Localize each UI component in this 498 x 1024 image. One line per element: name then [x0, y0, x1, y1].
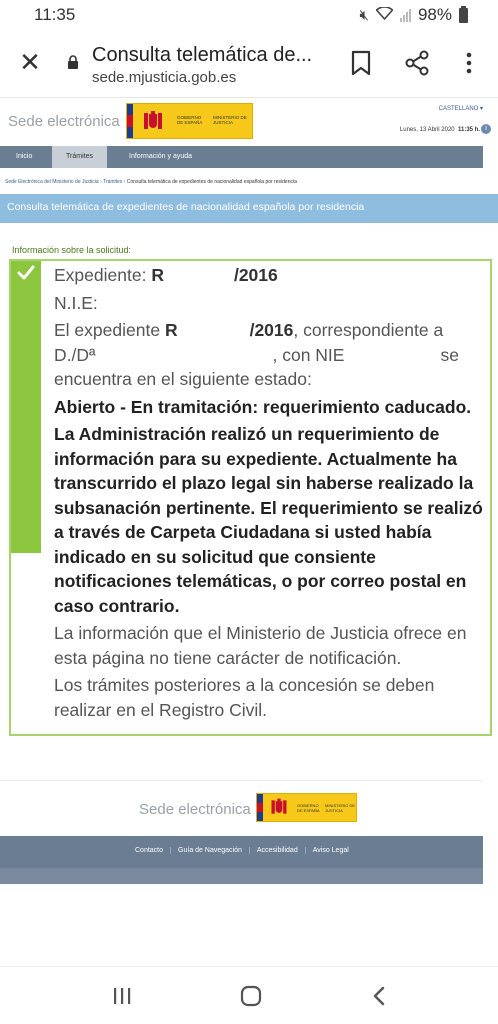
status-bar: 11:35 🔇︎ 98% — [0, 0, 498, 32]
browser-page-title[interactable]: Consulta telemática de... — [92, 44, 328, 67]
sentence-suffix: /2016 — [249, 320, 294, 340]
footer-link-contacto[interactable]: Contacto — [135, 847, 170, 854]
sentence-part-4: se encuentra en el siguiente estado: — [54, 344, 459, 390]
browser-toolbar: ✕ Consulta telemática de... sede.mjustic… — [0, 32, 498, 98]
status-text: Abierto - En tramitación: requerimiento … — [54, 396, 472, 417]
battery-percent: 98% — [417, 5, 452, 24]
language-selector[interactable]: CASTELLANO ▾ — [439, 105, 483, 112]
explanation-text: La Administración realizó un requerimien… — [54, 424, 483, 616]
success-bar — [11, 261, 41, 553]
result-content: Expediente: R/2016 N.I.E: El expediente … — [54, 263, 486, 725]
footer-links: Contacto Guía de Navegación Accesibilidad A… — [135, 847, 356, 854]
nav-item-informacion-ayuda[interactable]: Información y ayuda — [129, 146, 192, 168]
expediente-line: Expediente: R/2016 — [54, 263, 486, 288]
logo-ministry-text: MINISTERIO DE JUSTICIA — [213, 115, 247, 125]
expediente-sentence: El expediente R/2016, correspondiente a … — [54, 318, 486, 392]
footer-nav: Contacto Guía de Navegación Accesibilidad A… — [0, 836, 483, 868]
site-header: Sede electrónica GOBIERNO DE ESPAÑA MINI… — [0, 98, 498, 144]
nie-line: N.I.E: — [54, 291, 486, 316]
nav-item-inicio[interactable]: Inicio — [16, 146, 32, 168]
battery-icon — [459, 5, 468, 23]
close-icon[interactable]: ✕ — [16, 48, 44, 76]
nav-item-tramites[interactable]: Trámites — [52, 146, 107, 168]
info-icon[interactable]: i — [481, 124, 491, 134]
footer-link-guia[interactable]: Guía de Navegación — [170, 847, 249, 854]
breadcrumb-section[interactable]: Trámites — [103, 179, 122, 185]
header-date: Lunes, 13 Abril 2020 — [399, 127, 455, 133]
footer-link-aviso-legal[interactable]: Aviso Legal — [304, 847, 356, 854]
breadcrumb-separator: › — [100, 179, 102, 185]
expediente-prefix: R — [151, 265, 164, 285]
footer-logo-gov-text: GOBIERNO DE ESPAÑA — [297, 803, 320, 813]
coat-of-arms-icon — [144, 111, 162, 129]
disclaimer-text: La información que el Ministerio de Just… — [54, 623, 467, 668]
info-label: Información sobre la solicitud: — [12, 245, 132, 255]
share-icon[interactable] — [404, 50, 430, 76]
sede-label[interactable]: Sede electrónica — [8, 113, 120, 130]
expediente-label: Expediente: — [54, 265, 147, 285]
nie-label: N.I.E: — [54, 292, 98, 313]
page-title-bar: Consulta telemática de expedientes de na… — [0, 194, 498, 223]
eu-spain-flag — [127, 104, 133, 138]
result-panel: Expediente: R/2016 N.I.E: El expediente … — [9, 259, 492, 736]
breadcrumb: Sede Electrónica del Ministerio de Justi… — [5, 179, 297, 185]
breadcrumb-current: Consulta telemática de expedientes de na… — [126, 179, 297, 185]
mute-icon: 🔇︎ — [359, 6, 369, 24]
breadcrumb-home[interactable]: Sede Electrónica del Ministerio de Justi… — [5, 179, 99, 185]
home-icon[interactable] — [239, 985, 263, 1007]
bookmark-icon[interactable] — [350, 50, 372, 76]
footer-logo-ministry-text: MINISTERIO DE JUSTICIA — [325, 803, 356, 813]
web-page: Sede electrónica GOBIERNO DE ESPAÑA MINI… — [0, 98, 498, 884]
signal-icon — [399, 8, 411, 22]
expediente-suffix: /2016 — [233, 265, 278, 285]
header-time: 11:35 h. — [457, 127, 480, 133]
page-title: Consulta telemática de expedientes de na… — [7, 201, 365, 213]
note-text: Los trámites posteriores a la concesión … — [54, 675, 435, 720]
eu-spain-flag — [257, 794, 263, 821]
government-logo[interactable]: GOBIERNO DE ESPAÑA MINISTERIO DE JUSTICI… — [126, 103, 253, 139]
footer-link-accesibilidad[interactable]: Accesibilidad — [248, 847, 305, 854]
footer-strip — [0, 868, 483, 884]
logo-gov-text: GOBIERNO DE ESPAÑA — [177, 115, 203, 125]
sentence-part-1: El expediente — [54, 320, 161, 340]
back-icon[interactable] — [368, 985, 392, 1007]
status-icons: 🔇︎ 98% — [360, 5, 468, 25]
coat-of-arms-icon — [271, 798, 287, 814]
status-time: 11:35 — [34, 5, 76, 24]
lock-icon — [68, 55, 78, 69]
browser-url[interactable]: sede.mjusticia.gob.es — [92, 69, 236, 86]
header-dateline: Lunes, 13 Abril 2020 11:35 h. — [400, 127, 480, 133]
check-icon — [17, 265, 35, 280]
more-vert-icon[interactable] — [460, 50, 478, 76]
wifi-icon — [375, 5, 394, 24]
recents-icon[interactable] — [110, 985, 134, 1007]
footer-government-logo[interactable]: GOBIERNO DE ESPAÑA MINISTERIO DE JUSTICI… — [256, 793, 357, 822]
sentence-part-3: , con NIE — [272, 344, 345, 365]
main-nav: Inicio Trámites Información y ayuda — [0, 146, 483, 168]
footer-logo-row: Sede electrónica GOBIERNO DE ESPAÑA MINI… — [0, 780, 483, 836]
breadcrumb-separator: › — [123, 179, 126, 185]
footer-sede-label[interactable]: Sede electrónica — [139, 801, 251, 818]
system-nav-bar — [0, 966, 498, 1024]
sentence-prefix: R — [164, 320, 178, 340]
